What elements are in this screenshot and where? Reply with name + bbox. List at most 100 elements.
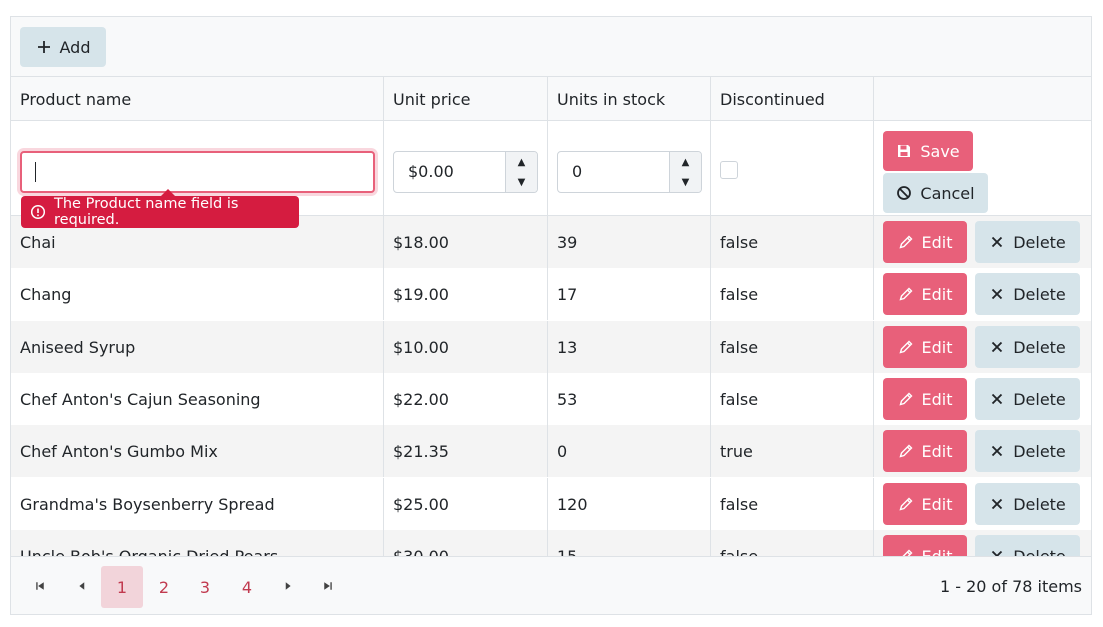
first-page-button[interactable] xyxy=(19,566,61,608)
add-button-label: Add xyxy=(59,37,91,57)
cell-units-in-stock: 120 xyxy=(548,478,711,530)
grid-toolbar: Add xyxy=(11,17,1091,77)
delete-button[interactable]: Delete xyxy=(975,483,1080,525)
pencil-icon xyxy=(898,286,914,302)
unit-price-spinner: ▲ ▼ xyxy=(505,152,537,192)
delete-button-label: Delete xyxy=(1013,337,1066,357)
products-grid: Add Product name Unit price Units in sto… xyxy=(10,16,1092,615)
delete-button-label: Delete xyxy=(1013,232,1066,252)
table-row[interactable]: Grandma's Boysenberry Spread $25.00 120 fal… xyxy=(11,478,1091,530)
page-4-button[interactable]: 4 xyxy=(226,566,268,608)
cell-product-name: Grandma's Boysenberry Spread xyxy=(11,478,384,530)
table-row[interactable]: Chang $19.00 17 false Edit Delete xyxy=(11,268,1091,320)
arrow-down-icon: ▼ xyxy=(517,176,526,188)
header-units-in-stock[interactable]: Units in stock xyxy=(548,77,711,120)
pencil-icon xyxy=(898,443,914,459)
validation-tooltip: The Product name field is required. xyxy=(21,189,299,228)
arrow-up-icon: ▲ xyxy=(517,156,526,168)
cell-product-name: Chef Anton's Cajun Seasoning xyxy=(11,373,384,425)
save-button-label: Save xyxy=(920,141,960,161)
cell-command: Edit Delete xyxy=(874,425,1091,477)
unit-price-decrease-button[interactable]: ▼ xyxy=(506,172,537,192)
page-1-button[interactable]: 1 xyxy=(101,566,143,608)
cell-unit-price: $22.00 xyxy=(384,373,548,425)
cell-discontinued: true xyxy=(711,425,874,477)
delete-button[interactable]: Delete xyxy=(975,378,1080,420)
header-product-name[interactable]: Product name xyxy=(11,77,384,120)
edit-button-label: Edit xyxy=(921,284,953,304)
units-in-stock-value: 0 xyxy=(572,162,583,181)
cell-command: Edit Delete xyxy=(874,478,1091,530)
arrow-up-icon: ▲ xyxy=(681,156,690,168)
table-row[interactable]: Chef Anton's Cajun Seasoning $22.00 53 fals… xyxy=(11,373,1091,425)
text-caret xyxy=(35,162,36,182)
edit-button[interactable]: Edit xyxy=(883,378,967,420)
grid-header: Product name Unit price Units in stock D… xyxy=(11,77,1091,121)
cell-units-in-stock: 39 xyxy=(548,216,711,268)
pencil-icon xyxy=(898,391,914,407)
pencil-icon xyxy=(898,339,914,355)
next-page-icon xyxy=(282,580,294,595)
edit-button-label: Edit xyxy=(921,389,953,409)
cell-discontinued: false xyxy=(711,478,874,530)
header-unit-price[interactable]: Unit price xyxy=(384,77,548,120)
delete-button[interactable]: Delete xyxy=(975,273,1080,315)
cell-discontinued: false xyxy=(711,373,874,425)
cancel-icon xyxy=(896,185,912,201)
cell-units-in-stock: 17 xyxy=(548,268,711,320)
cell-product-name: Chef Anton's Gumbo Mix xyxy=(11,425,384,477)
next-page-button[interactable] xyxy=(267,566,309,608)
units-in-stock-increase-button[interactable]: ▲ xyxy=(670,152,701,172)
add-button[interactable]: Add xyxy=(20,27,106,67)
units-in-stock-spinner: ▲ ▼ xyxy=(669,152,701,192)
x-icon xyxy=(989,286,1005,302)
delete-button[interactable]: Delete xyxy=(975,326,1080,368)
edit-button-label: Edit xyxy=(921,337,953,357)
edit-button-label: Edit xyxy=(921,441,953,461)
header-discontinued[interactable]: Discontinued xyxy=(711,77,874,120)
table-row[interactable]: Aniseed Syrup $10.00 13 false Edit Delete xyxy=(11,321,1091,373)
edit-button[interactable]: Edit xyxy=(883,430,967,472)
delete-button-label: Delete xyxy=(1013,494,1066,514)
cancel-button[interactable]: Cancel xyxy=(883,173,988,213)
cell-units-in-stock: 13 xyxy=(548,321,711,373)
x-icon xyxy=(989,443,1005,459)
cell-discontinued: false xyxy=(711,268,874,320)
units-in-stock-decrease-button[interactable]: ▼ xyxy=(670,172,701,192)
edit-cell-units-in-stock: 0 ▲ ▼ xyxy=(548,121,711,215)
cell-units-in-stock: 53 xyxy=(548,373,711,425)
floppy-disk-icon xyxy=(896,143,912,159)
cell-product-name: Aniseed Syrup xyxy=(11,321,384,373)
edit-button[interactable]: Edit xyxy=(883,221,967,263)
x-icon xyxy=(989,339,1005,355)
unit-price-input[interactable]: $0.00 ▲ ▼ xyxy=(393,151,538,193)
cell-unit-price: $21.35 xyxy=(384,425,548,477)
table-row[interactable]: Chef Anton's Gumbo Mix $21.35 0 true Edit Del… xyxy=(11,425,1091,477)
unit-price-increase-button[interactable]: ▲ xyxy=(506,152,537,172)
edit-button-label: Edit xyxy=(921,232,953,252)
edit-button[interactable]: Edit xyxy=(883,483,967,525)
pencil-icon xyxy=(898,234,914,250)
page-3-button[interactable]: 3 xyxy=(184,566,226,608)
edit-button[interactable]: Edit xyxy=(883,273,967,315)
edit-cell-unit-price: $0.00 ▲ ▼ xyxy=(384,121,548,215)
cell-unit-price: $19.00 xyxy=(384,268,548,320)
edit-button[interactable]: Edit xyxy=(883,326,967,368)
exclamation-circle-icon xyxy=(30,204,46,220)
last-page-button[interactable] xyxy=(307,566,349,608)
product-name-input[interactable] xyxy=(20,151,375,193)
delete-button-label: Delete xyxy=(1013,389,1066,409)
units-in-stock-input[interactable]: 0 ▲ ▼ xyxy=(557,151,702,193)
validation-message: The Product name field is required. xyxy=(54,196,239,228)
previous-page-button[interactable] xyxy=(61,566,103,608)
cell-command: Edit Delete xyxy=(874,373,1091,425)
delete-button[interactable]: Delete xyxy=(975,221,1080,263)
cell-command: Edit Delete xyxy=(874,268,1091,320)
page-2-button[interactable]: 2 xyxy=(143,566,185,608)
save-button[interactable]: Save xyxy=(883,131,973,171)
delete-button-label: Delete xyxy=(1013,284,1066,304)
last-page-icon xyxy=(322,580,334,595)
delete-button[interactable]: Delete xyxy=(975,430,1080,472)
discontinued-checkbox[interactable] xyxy=(720,161,738,179)
cell-unit-price: $18.00 xyxy=(384,216,548,268)
